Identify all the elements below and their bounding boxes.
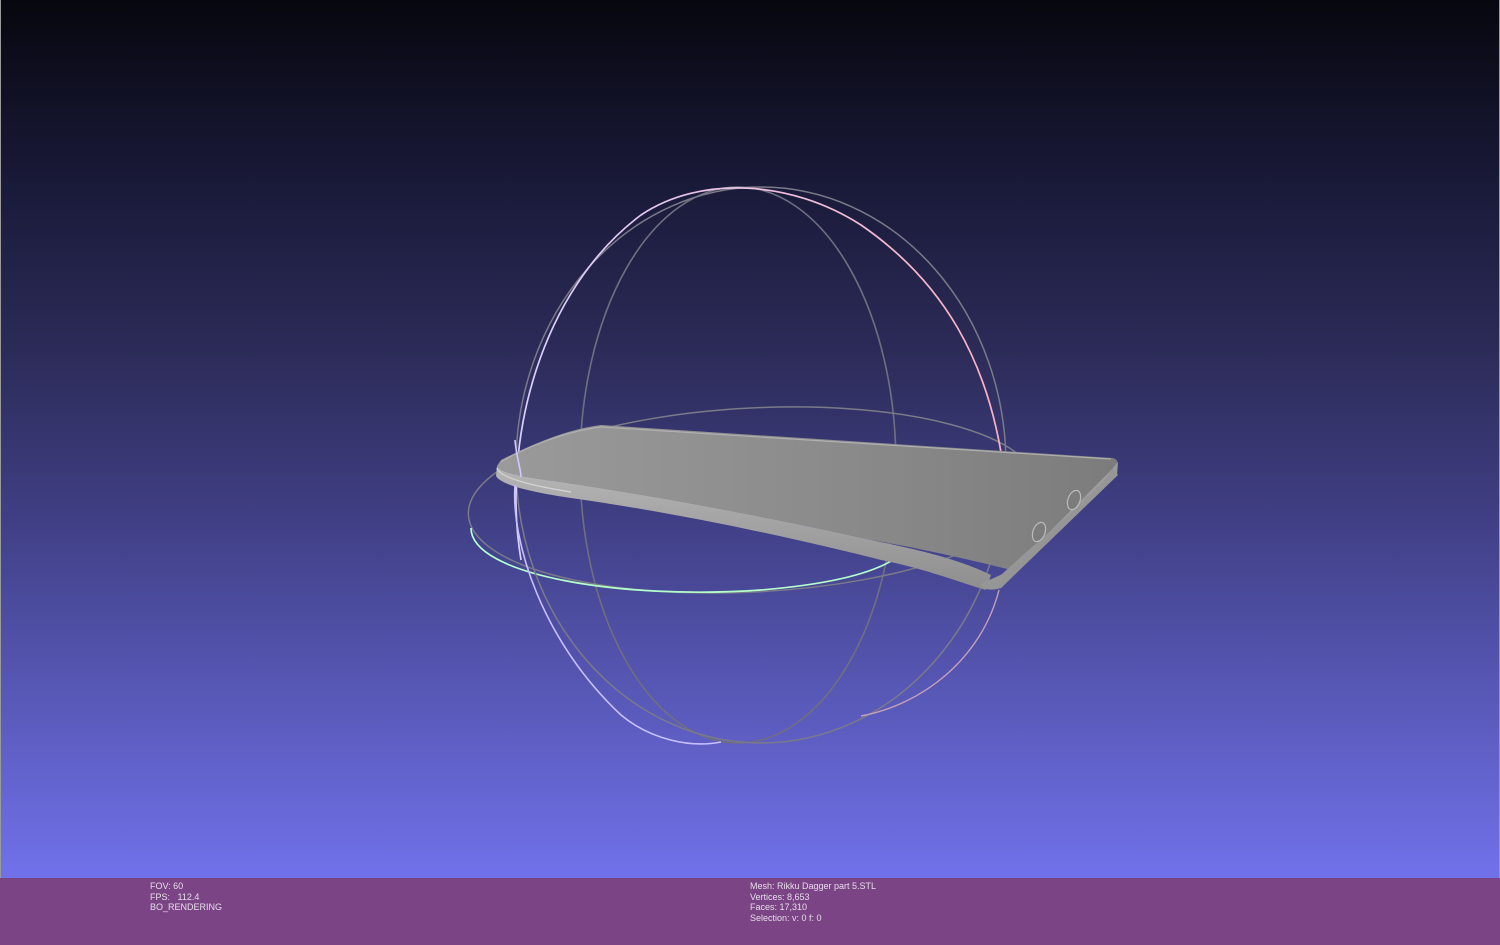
mesh-rikku-dagger-part[interactable] [496, 425, 1118, 590]
info-bar: FOV: 60 FPS: 112.4 BO_RENDERING Mesh: Ri… [0, 878, 1500, 945]
mesh-name-label: Mesh: Rikku Dagger part 5.STL [750, 881, 877, 891]
vertices-label: Vertices: 8,653 [750, 891, 810, 902]
render-info: FOV: 60 FPS: 112.4 BO_RENDERING [150, 881, 222, 913]
scene-canvas[interactable] [1, 0, 1500, 945]
mesh-info: Mesh: Rikku Dagger part 5.STL Vertices: … [750, 881, 876, 923]
render-mode-label: BO_RENDERING [150, 902, 223, 912]
fov-label: FOV: 60 [150, 881, 184, 891]
selection-label: Selection: v: 0 f: 0 [750, 912, 822, 923]
faces-label: Faces: 17,310 [750, 902, 808, 912]
trackball-ring-vertical-front [513, 484, 722, 745]
fps-label: FPS: 112.4 [150, 891, 200, 902]
3d-viewport[interactable] [0, 0, 1500, 945]
trackball-ring-vertical-lower [860, 589, 1000, 717]
